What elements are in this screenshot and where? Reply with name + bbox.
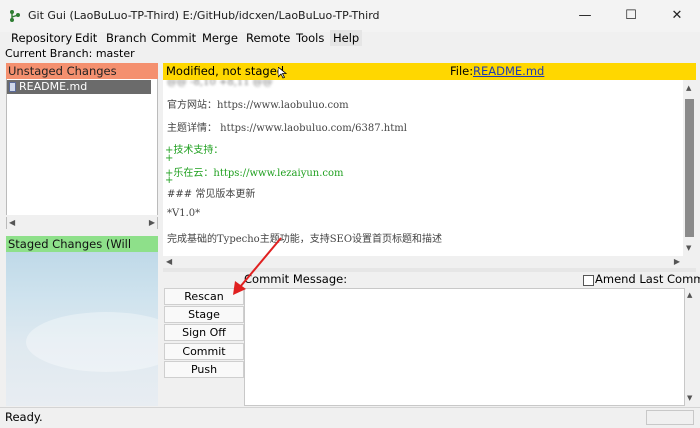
scroll-right-icon[interactable]: ▶ bbox=[149, 218, 155, 227]
staged-changes-header: Staged Changes (Will Commit) bbox=[6, 236, 158, 267]
push-button[interactable]: Push bbox=[164, 361, 244, 378]
commit-button[interactable]: Commit bbox=[164, 343, 244, 360]
menu-merge[interactable]: Merge bbox=[199, 30, 241, 46]
diff-added-line: + bbox=[165, 153, 174, 164]
scroll-left-icon[interactable]: ◀ bbox=[166, 257, 172, 266]
scroll-down-icon[interactable]: ▼ bbox=[686, 244, 691, 252]
diff-file-label: File: bbox=[450, 64, 474, 78]
unstaged-file-list[interactable]: README.md bbox=[6, 79, 158, 215]
menu-repository[interactable]: Repository bbox=[8, 30, 75, 46]
stage-changed-button[interactable]: Stage Changed bbox=[164, 306, 244, 336]
diff-line: *V1.0* bbox=[167, 208, 201, 219]
menu-remote[interactable]: Remote bbox=[243, 30, 293, 46]
diff-line: ### 常见版本更新 bbox=[167, 189, 256, 200]
scroll-right-icon[interactable]: ▶ bbox=[674, 257, 680, 266]
rescan-button[interactable]: Rescan bbox=[164, 288, 244, 305]
unstaged-horizontal-scrollbar[interactable]: ◀ ▶ bbox=[6, 217, 158, 229]
status-bar: Ready. bbox=[0, 407, 700, 428]
scroll-left-icon[interactable]: ◀ bbox=[9, 218, 15, 227]
unstaged-file-item[interactable]: README.md bbox=[7, 80, 151, 94]
diff-horizontal-scrollbar[interactable]: ◀ ▶ bbox=[163, 256, 683, 268]
scroll-up-icon[interactable]: ▲ bbox=[686, 84, 691, 92]
unstaged-file-name[interactable]: README.md bbox=[19, 80, 87, 94]
diff-added-line: +乐在云：https://www.lezaiyun.com bbox=[165, 168, 344, 179]
diff-file-name[interactable]: README.md bbox=[473, 63, 544, 80]
scroll-down-icon[interactable]: ▼ bbox=[687, 394, 692, 402]
diff-scroll-thumb[interactable] bbox=[685, 99, 694, 237]
git-gui-window: Git Gui (LaoBuLuo-TP-Third) E:/GitHub/id… bbox=[0, 0, 700, 428]
menu-tools[interactable]: Tools bbox=[293, 30, 327, 46]
menu-edit[interactable]: Edit bbox=[72, 30, 100, 46]
commit-message-scrollbar[interactable]: ▲ ▼ bbox=[685, 288, 696, 406]
current-branch-label: Current Branch: master bbox=[5, 47, 135, 60]
commit-message-label: Commit Message: bbox=[244, 272, 348, 286]
diff-status-label: Modified, not staged bbox=[166, 64, 285, 78]
amend-last-commit-label[interactable]: Amend Last Commit bbox=[595, 272, 700, 286]
diff-line: 完成基础的Typecho主题功能，支持SEO设置首页标题和描述 bbox=[167, 234, 443, 245]
scroll-up-icon[interactable]: ▲ bbox=[687, 291, 692, 299]
amend-last-commit-checkbox[interactable] bbox=[583, 275, 594, 286]
status-progress-box bbox=[646, 410, 694, 425]
diff-viewer[interactable]: @@ -8,10 +8,11 @@ 官方网站：https://www.laobu… bbox=[163, 80, 683, 256]
diff-added-line: +技术支持： bbox=[165, 145, 224, 156]
menu-bar: Repository Edit Branch Commit Merge Remo… bbox=[0, 28, 700, 46]
modified-file-icon[interactable] bbox=[9, 82, 16, 92]
mouse-pointer-icon bbox=[278, 67, 287, 79]
diff-line: 主题详情： https://www.laobuluo.com/6387.html bbox=[167, 123, 407, 134]
diff-header: Modified, not staged File: README.md bbox=[163, 63, 696, 80]
menu-commit[interactable]: Commit bbox=[148, 30, 199, 46]
status-text: Ready. bbox=[5, 410, 43, 424]
git-gui-app-icon bbox=[10, 10, 20, 22]
sign-off-button[interactable]: Sign Off bbox=[164, 324, 244, 341]
menu-help[interactable]: Help bbox=[330, 30, 363, 46]
commit-message-input[interactable] bbox=[244, 288, 685, 406]
diff-hunk-header: @@ -8,10 +8,11 @@ bbox=[167, 80, 273, 88]
unstaged-changes-header: Unstaged Changes bbox=[6, 63, 158, 79]
staged-file-list[interactable] bbox=[6, 252, 158, 406]
diff-line: 官方网站：https://www.laobuluo.com bbox=[167, 100, 349, 111]
menu-branch[interactable]: Branch bbox=[103, 30, 150, 46]
diff-vertical-scrollbar[interactable]: ▲ ▼ bbox=[683, 80, 696, 256]
window-title: Git Gui (LaoBuLuo-TP-Third) E:/GitHub/id… bbox=[28, 9, 380, 22]
